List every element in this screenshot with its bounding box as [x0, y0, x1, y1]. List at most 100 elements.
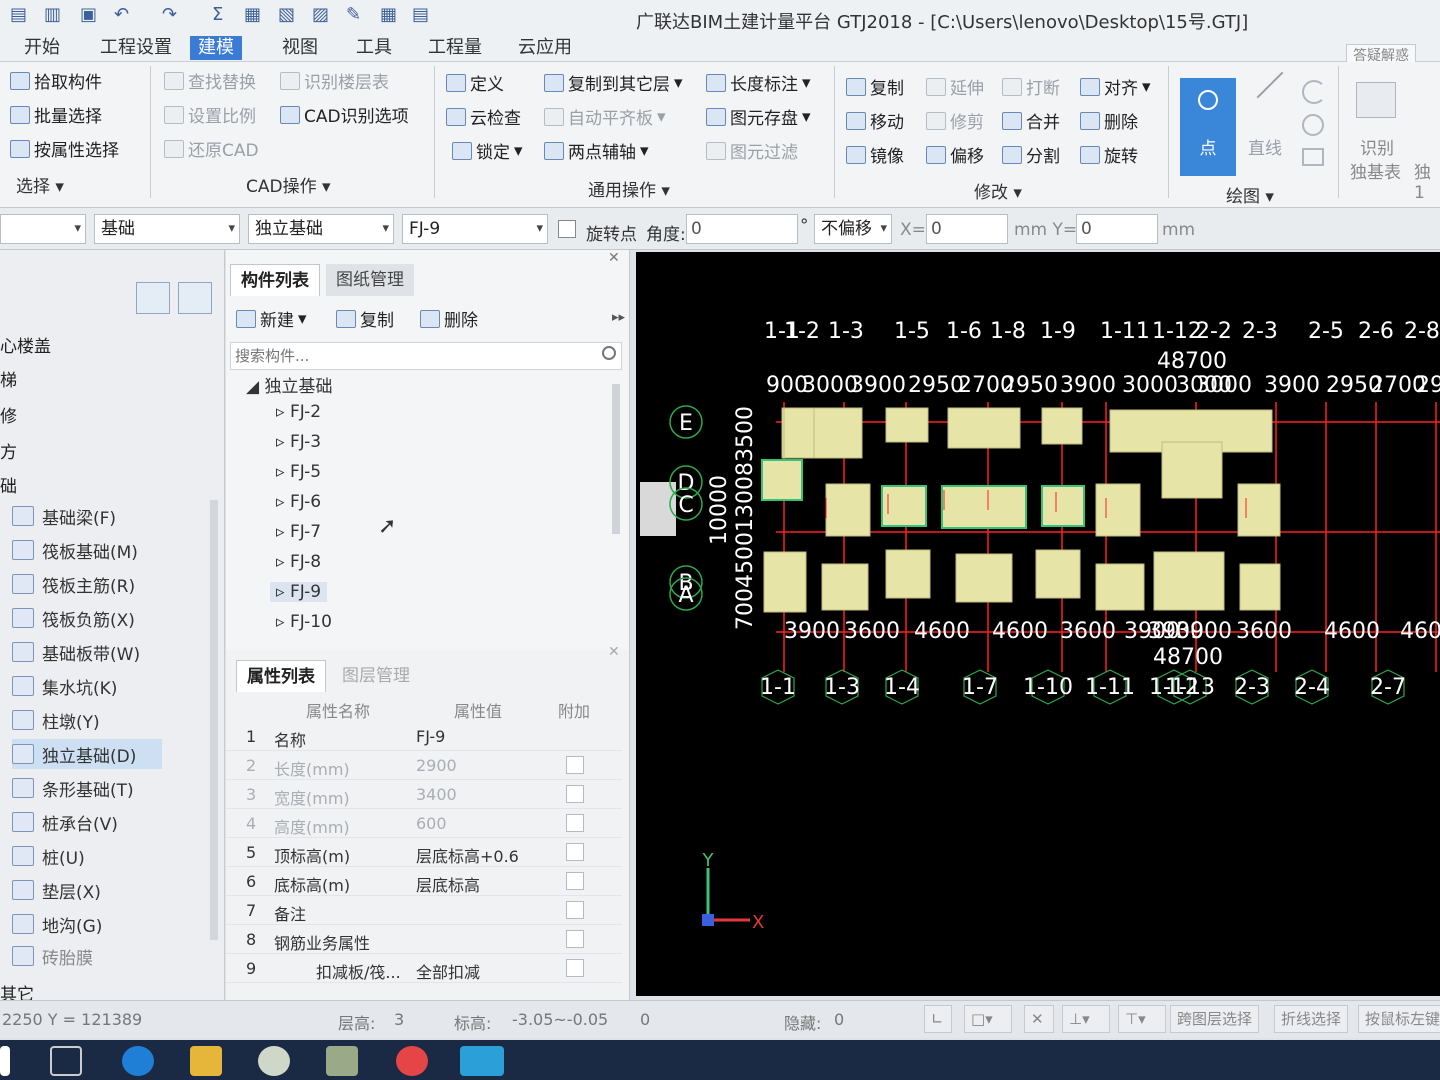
check-icon[interactable]: ▨: [312, 4, 329, 25]
close-icon[interactable]: ✕: [608, 644, 620, 660]
draw-line-button[interactable]: 直线: [1248, 134, 1282, 159]
property-row[interactable]: 5 顶标高(m) 层底标高+0.6: [226, 838, 622, 867]
auto-flush-slab-button[interactable]: 自动平齐板 ▾: [544, 104, 666, 129]
draw-point-button[interactable]: 点: [1180, 78, 1236, 176]
align-button[interactable]: 对齐 ▾: [1080, 74, 1151, 99]
property-row[interactable]: 2 长度(mm) 2900: [226, 751, 622, 780]
merge-button[interactable]: 合并: [1002, 108, 1060, 133]
identify-floor-table-button[interactable]: 识别楼层表: [280, 68, 389, 93]
more-icon[interactable]: ▸▸: [612, 310, 625, 325]
property-row[interactable]: 4 高度(mm) 600: [226, 809, 622, 838]
redo-icon[interactable]: ↷: [162, 4, 177, 25]
identify-footing-label[interactable]: 独1: [1414, 158, 1440, 203]
tree-item-fj5[interactable]: ▹ FJ-5: [276, 462, 321, 482]
break-button[interactable]: 打断: [1002, 74, 1060, 99]
x-offset-input[interactable]: 0: [926, 214, 1008, 244]
mirror-button[interactable]: 镜像: [846, 142, 904, 167]
split-button[interactable]: 分割: [1002, 142, 1060, 167]
property-row[interactable]: 9 扣减板/筏... 全部扣减: [226, 954, 622, 983]
task-view-icon[interactable]: [50, 1046, 82, 1076]
move-button[interactable]: 移动: [846, 108, 904, 133]
menu-quantities[interactable]: 工程量: [420, 36, 490, 60]
search-component-input[interactable]: [230, 342, 622, 370]
open-file-icon[interactable]: ▥: [44, 4, 61, 25]
menu-modeling[interactable]: 建模: [190, 36, 242, 60]
report-icon[interactable]: ▦: [244, 4, 261, 25]
property-row[interactable]: 8 钢筋业务属性: [226, 925, 622, 954]
select-by-attribute-button[interactable]: 按属性选择: [10, 136, 119, 161]
nav-foundation-strip[interactable]: 基础板带(W): [12, 637, 140, 667]
tree-item-fj8[interactable]: ▹ FJ-8: [276, 552, 321, 572]
menu-view[interactable]: 视图: [274, 36, 326, 60]
modify-group-label[interactable]: 修改 ▾: [974, 178, 1022, 203]
angle-input[interactable]: 0: [686, 214, 798, 244]
nav-trench[interactable]: 地沟(G): [12, 909, 102, 939]
nav-strip-footing[interactable]: 条形基础(T): [12, 773, 134, 803]
undo-icon[interactable]: ↶: [114, 4, 129, 25]
detail-view-icon[interactable]: [178, 282, 212, 314]
property-extra-checkbox[interactable]: [566, 901, 584, 919]
tree-item-fj2[interactable]: ▹ FJ-2: [276, 402, 321, 422]
nav-sump-pit[interactable]: 集水坑(K): [12, 671, 117, 701]
drawing-canvas[interactable]: 1-1 1-2 1-3 1-5 1-6 1-8 1-9 1-11 1-12 2-2 2-3 2-5 2-…: [636, 252, 1440, 996]
category-select[interactable]: 基础: [94, 214, 240, 244]
export-icon[interactable]: ▤: [412, 4, 429, 25]
nav-foundation-beam[interactable]: 基础梁(F): [12, 501, 116, 531]
y-offset-input[interactable]: 0: [1076, 214, 1158, 244]
list-scrollbar[interactable]: [612, 384, 620, 534]
batch-select-button[interactable]: 批量选择: [10, 102, 102, 127]
rotate-button[interactable]: 旋转: [1080, 142, 1138, 167]
nav-isolated-footing[interactable]: 独立基础(D): [12, 739, 162, 769]
floor-plan[interactable]: 1-11-2 1-3 1-5 1-6 1-8 1-9 1-11 1-122-2 2-3 2-5 2-…: [636, 252, 1440, 996]
define-button[interactable]: 定义: [446, 70, 504, 95]
offset-mode-select[interactable]: 不偏移: [814, 214, 892, 244]
nav-raft-negative-rebar[interactable]: 筏板负筋(X): [12, 603, 135, 633]
tab-component-list[interactable]: 构件列表: [230, 264, 320, 296]
tree-item-fj3[interactable]: ▹ FJ-3: [276, 432, 321, 452]
select-group-label[interactable]: 选择 ▾: [16, 172, 64, 197]
type-select[interactable]: 独立基础: [248, 214, 394, 244]
nav-raft-main-rebar[interactable]: 筏板主筋(R): [12, 569, 135, 599]
menu-tools[interactable]: 工具: [348, 36, 400, 60]
common-ops-group-label[interactable]: 通用操作 ▾: [588, 176, 670, 201]
trim-button[interactable]: 修剪: [926, 108, 984, 133]
floor-select[interactable]: [0, 214, 86, 244]
extend-button[interactable]: 延伸: [926, 74, 984, 99]
element-filter-button[interactable]: 图元过滤: [706, 138, 798, 163]
tree-root[interactable]: ◢ 独立基础: [246, 372, 332, 397]
start-icon[interactable]: [0, 1046, 10, 1076]
property-row[interactable]: 1 名称 FJ-9: [226, 722, 622, 751]
property-row[interactable]: 6 底标高(m) 层底标高: [226, 867, 622, 896]
cad-options-button[interactable]: CAD识别选项: [280, 102, 409, 127]
property-extra-checkbox[interactable]: [566, 872, 584, 890]
nav-partial-item[interactable]: 方: [0, 438, 17, 463]
property-extra-checkbox[interactable]: [566, 843, 584, 861]
grid-icon[interactable]: ▦: [380, 4, 397, 25]
menu-cloud-apps[interactable]: 云应用: [510, 36, 580, 60]
tree-item-fj6[interactable]: ▹ FJ-6: [276, 492, 321, 512]
identify-footing-table-label[interactable]: 独基表: [1350, 158, 1401, 183]
identify-table-icon[interactable]: [1356, 82, 1396, 118]
view-report-icon[interactable]: ▧: [278, 4, 295, 25]
edit-icon[interactable]: ✎: [346, 4, 361, 25]
two-point-axis-button[interactable]: 两点辅轴 ▾: [544, 138, 649, 163]
menu-start[interactable]: 开始: [16, 36, 68, 60]
nav-pile[interactable]: 桩(U): [12, 841, 85, 871]
set-scale-button[interactable]: 设置比例: [164, 102, 256, 127]
property-extra-checkbox[interactable]: [566, 930, 584, 948]
tree-item-fj9[interactable]: ▹ FJ-9: [270, 582, 328, 602]
property-extra-checkbox[interactable]: [566, 814, 584, 832]
arc-icon[interactable]: [1302, 80, 1326, 104]
box-select-icon[interactable]: □▾: [964, 1005, 1012, 1033]
property-extra-checkbox[interactable]: [566, 756, 584, 774]
nav-pile-cap[interactable]: 桩承台(V): [12, 807, 118, 837]
delete-button[interactable]: 删除: [1080, 108, 1138, 133]
new-file-icon[interactable]: ▤: [10, 4, 27, 25]
element-save-button[interactable]: 图元存盘 ▾: [706, 104, 811, 129]
snap-icon[interactable]: ⊥▾: [1062, 1005, 1110, 1033]
draw-group-label[interactable]: 绘图 ▾: [1226, 182, 1274, 207]
cross-select-icon[interactable]: ✕: [1024, 1005, 1054, 1033]
rotate-point-checkbox[interactable]: [558, 220, 576, 238]
dimension-icon[interactable]: ⊤▾: [1118, 1005, 1166, 1033]
tree-item-fj10[interactable]: ▹ FJ-10: [276, 612, 332, 632]
